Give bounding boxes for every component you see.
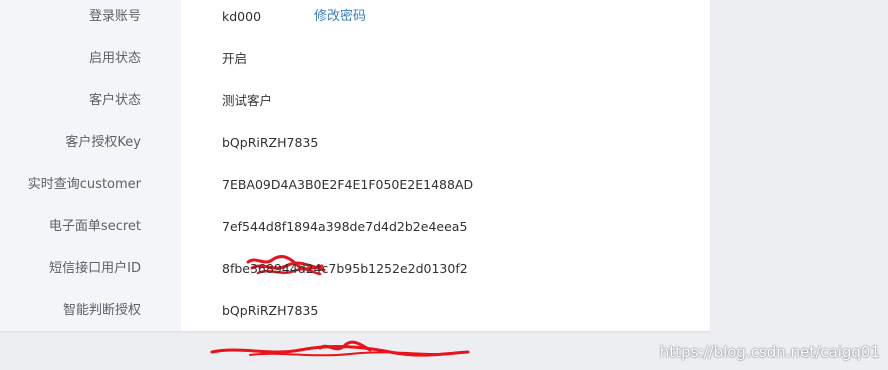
row-login-account: 登录账号 kd000 修改密码 [0, 0, 710, 42]
row-realtime-query-customer: 实时查询customer 7EBA09D4A3B0E2F4E1F050E2E14… [0, 168, 710, 357]
account-info-panel: 登录账号 kd000 修改密码 启用状态 开启 客户状态 测试客户 客户授权Ke… [0, 0, 710, 357]
realtime-query-customer-value: 7EBA09D4A3B0E2F4E1F050E2E1488AD [222, 177, 474, 192]
sms-user-id-label: 短信接口用户ID [49, 261, 141, 276]
customer-auth-key-label: 客户授权Key [65, 135, 141, 150]
smart-judge-auth-value: bQpRiRZH7835 [222, 303, 319, 318]
login-account-label: 登录账号 [88, 9, 141, 24]
row-smart-judge-auth: 智能判断授权 bQpRiRZH7835 [0, 294, 710, 336]
eorder-secret-label: 电子面单secret [48, 219, 141, 234]
blog-watermark: https://blog.csdn.net/caigq01 [659, 343, 880, 361]
smart-judge-auth-label: 智能判断授权 [62, 303, 141, 318]
enable-status-label: 启用状态 [88, 51, 141, 66]
sms-user-id-value: 8fbe368944d24c7b95b1252e2d0130f2 [222, 261, 468, 276]
enable-status-value: 开启 [222, 51, 248, 66]
eorder-secret-value: 7ef544d8f1894a398de7d4d2b2e4eea5 [222, 219, 468, 234]
redaction-scribble [210, 340, 470, 357]
customer-status-value: 测试客户 [222, 93, 273, 108]
realtime-query-customer-label: 实时查询customer [27, 177, 141, 192]
change-password-link[interactable]: 修改密码 [314, 0, 366, 34]
row-customer-auth-key: 客户授权Key bQpRiRZH7835 [0, 126, 710, 276]
row-customer-status: 客户状态 测试客户 [0, 84, 710, 126]
login-account-value: kd000 [222, 9, 262, 24]
row-enable-status: 启用状态 开启 [0, 42, 710, 84]
customer-status-label: 客户状态 [88, 93, 141, 108]
customer-auth-key-value: bQpRiRZH7835 [222, 135, 319, 150]
row-sms-user-id: 短信接口用户ID 8fbe368944d24c7b95b1252e2d0130f… [0, 252, 710, 294]
row-eorder-secret: 电子面单secret 7ef544d8f1894a398de7d4d2b2e4e… [0, 210, 710, 252]
